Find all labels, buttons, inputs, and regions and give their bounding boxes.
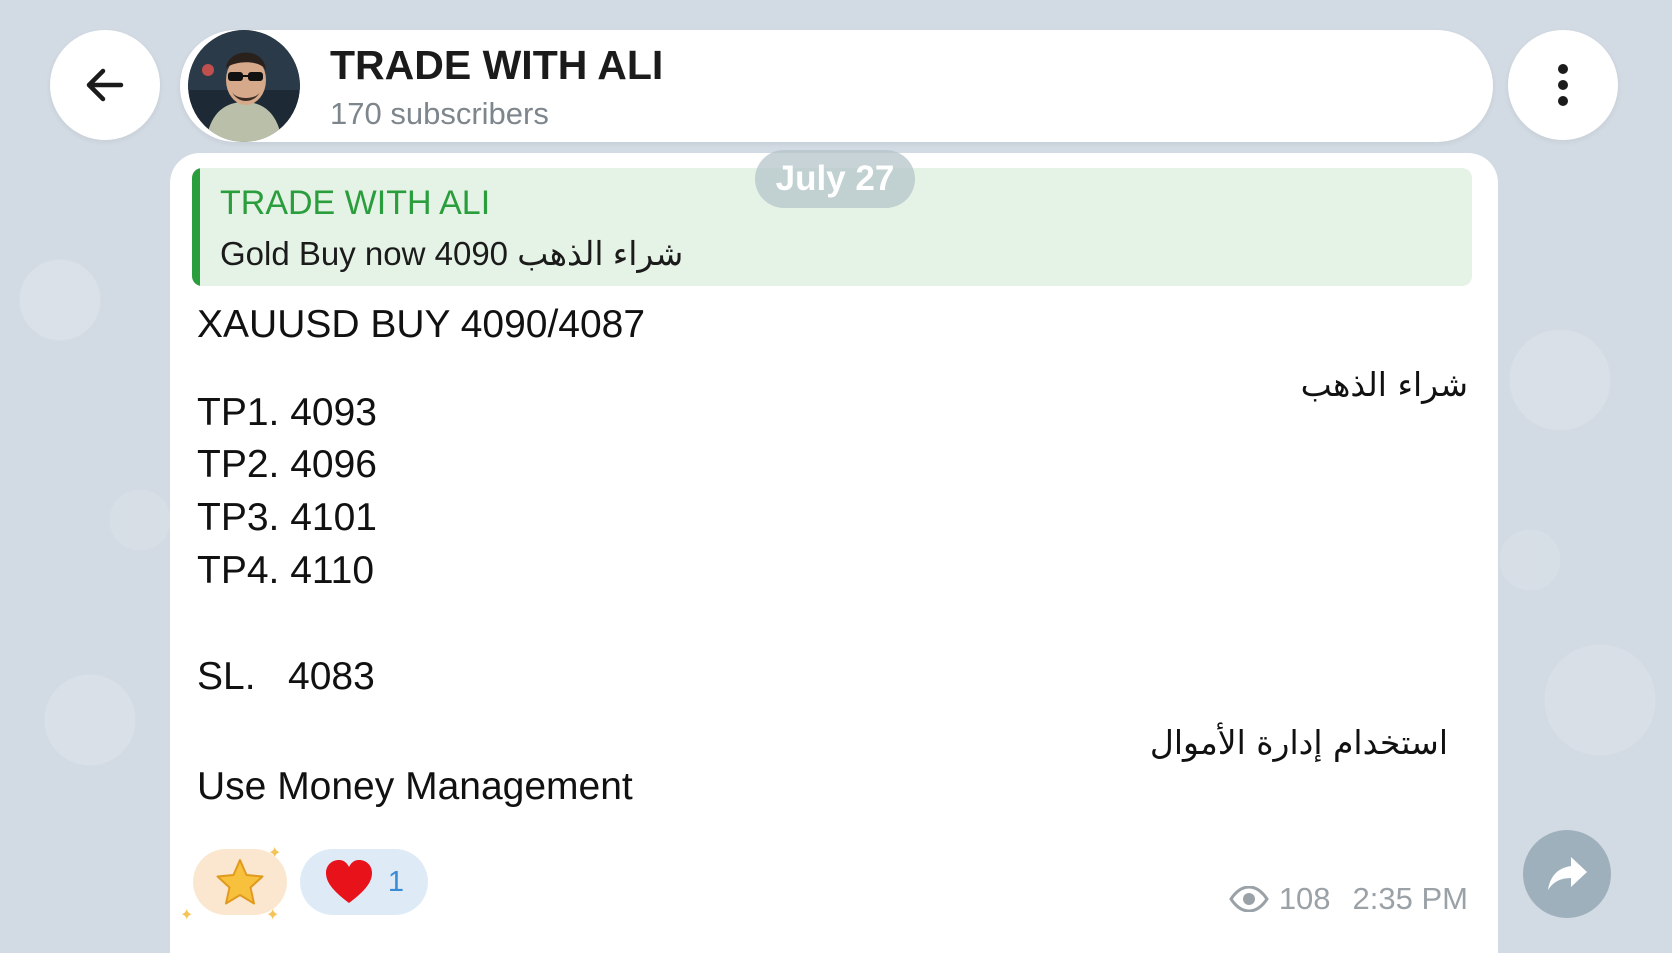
tp2-line: TP2. 4096 [197,443,377,486]
menu-button[interactable] [1508,30,1618,140]
heart-reaction[interactable]: 1 [300,849,428,915]
sl-line: SL. 4083 [197,655,375,698]
share-button[interactable] [1523,830,1611,918]
tp3-line: TP3. 4101 [197,496,377,539]
money-management-line: Use Money Management [197,765,633,808]
avatar-image [188,30,300,142]
tp4-line: TP4. 4110 [197,549,375,592]
view-count: 108 [1278,881,1331,916]
tp1-line: TP1. 4093 [197,391,377,434]
channel-avatar[interactable] [188,30,300,142]
eye-icon [1229,886,1269,912]
sparkle-icon: ✦ [180,907,194,924]
reply-accent-bar [192,168,200,286]
more-vertical-icon [1558,64,1568,106]
arrow-left-icon [86,68,124,102]
star-icon [216,859,264,905]
signal-line: XAUUSD BUY 4090/4087 [197,303,646,346]
back-button[interactable] [50,30,160,140]
message-bubble[interactable]: TRADE WITH ALI Gold Buy now 4090 شراء ال… [170,153,1498,953]
channel-title: TRADE WITH ALI [330,42,664,88]
heart-reaction-count: 1 [387,865,405,898]
star-reaction[interactable] [193,849,287,915]
message-time: 2:35 PM [1352,881,1468,916]
channel-header[interactable]: TRADE WITH ALI 170 subscribers [180,30,1493,142]
share-arrow-icon [1548,857,1587,890]
arabic-buy-line: شراء الذهب [1300,365,1468,404]
heart-icon [325,860,372,903]
reply-text: Gold Buy now 4090 شراء الذهب [220,235,684,272]
date-separator: July 27 [755,150,915,208]
reply-author: TRADE WITH ALI [220,184,491,222]
arabic-money-management-line: استخدام إدارة الأموال [1149,723,1448,762]
message-meta: 108 2:35 PM [1229,881,1468,917]
subscriber-count: 170 subscribers [330,96,549,131]
